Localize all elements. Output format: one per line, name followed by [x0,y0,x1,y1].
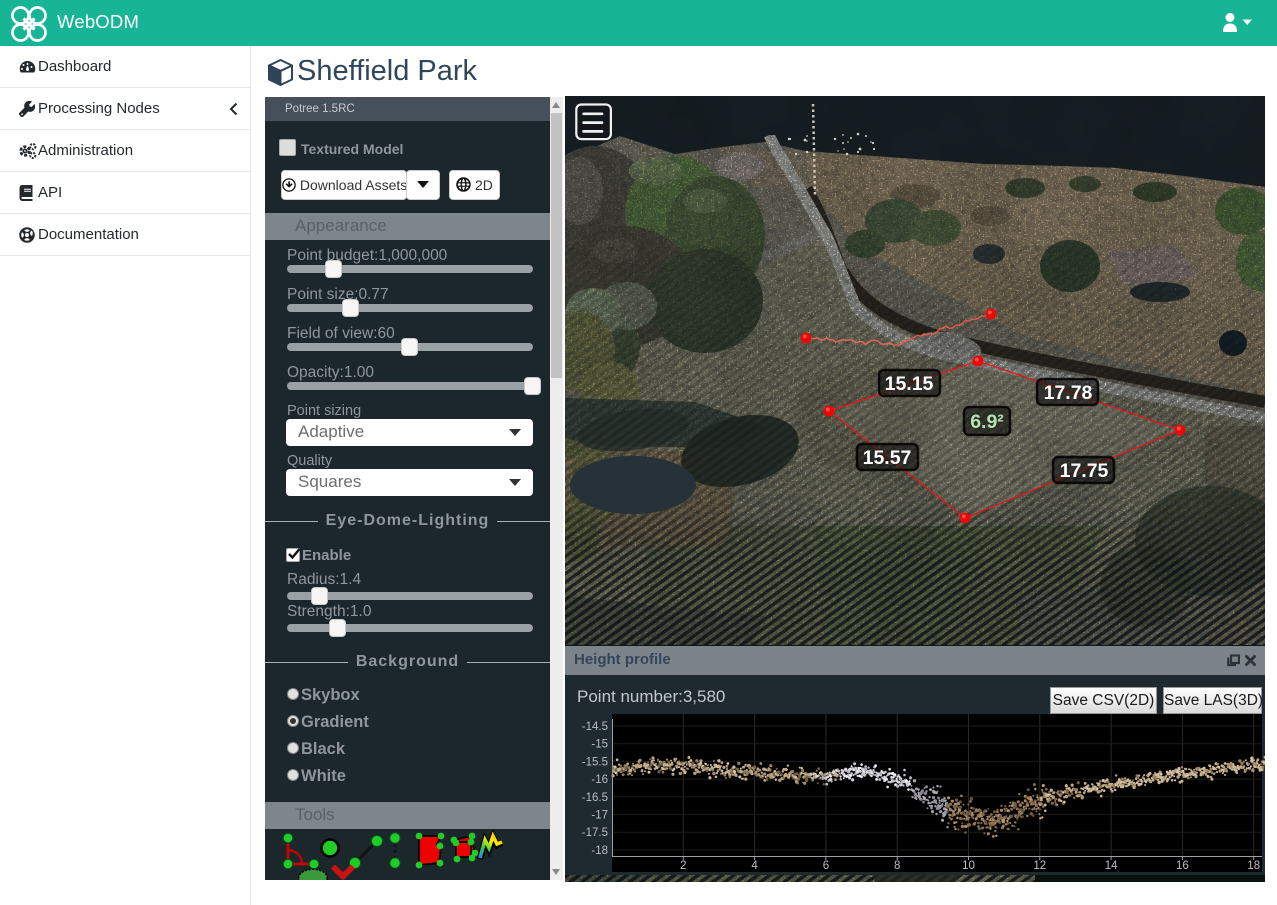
svg-text:4: 4 [751,860,758,872]
svg-text:-16.5: -16.5 [582,792,608,804]
svg-text:15.57: 15.57 [863,447,912,469]
svg-text:17.78: 17.78 [1044,382,1093,404]
svg-text:17.75: 17.75 [1060,460,1109,482]
svg-text:-17.5: -17.5 [582,827,608,839]
svg-text:14: 14 [1105,860,1118,872]
svg-text:6.9²: 6.9² [970,411,1004,433]
svg-text:10: 10 [962,860,975,872]
svg-text:2: 2 [680,860,686,872]
svg-text:12: 12 [1033,860,1046,872]
svg-text:-17: -17 [591,810,608,822]
svg-text:8: 8 [894,860,900,872]
svg-text:-15.5: -15.5 [582,756,608,768]
svg-text:16: 16 [1176,860,1189,872]
svg-text:-18: -18 [591,845,608,857]
svg-text:-16: -16 [591,774,608,786]
svg-text:6: 6 [823,860,829,872]
svg-text:15.15: 15.15 [885,373,934,395]
svg-text:-14.5: -14.5 [582,721,608,733]
svg-text:18: 18 [1247,860,1260,872]
svg-text:-15: -15 [591,739,608,751]
